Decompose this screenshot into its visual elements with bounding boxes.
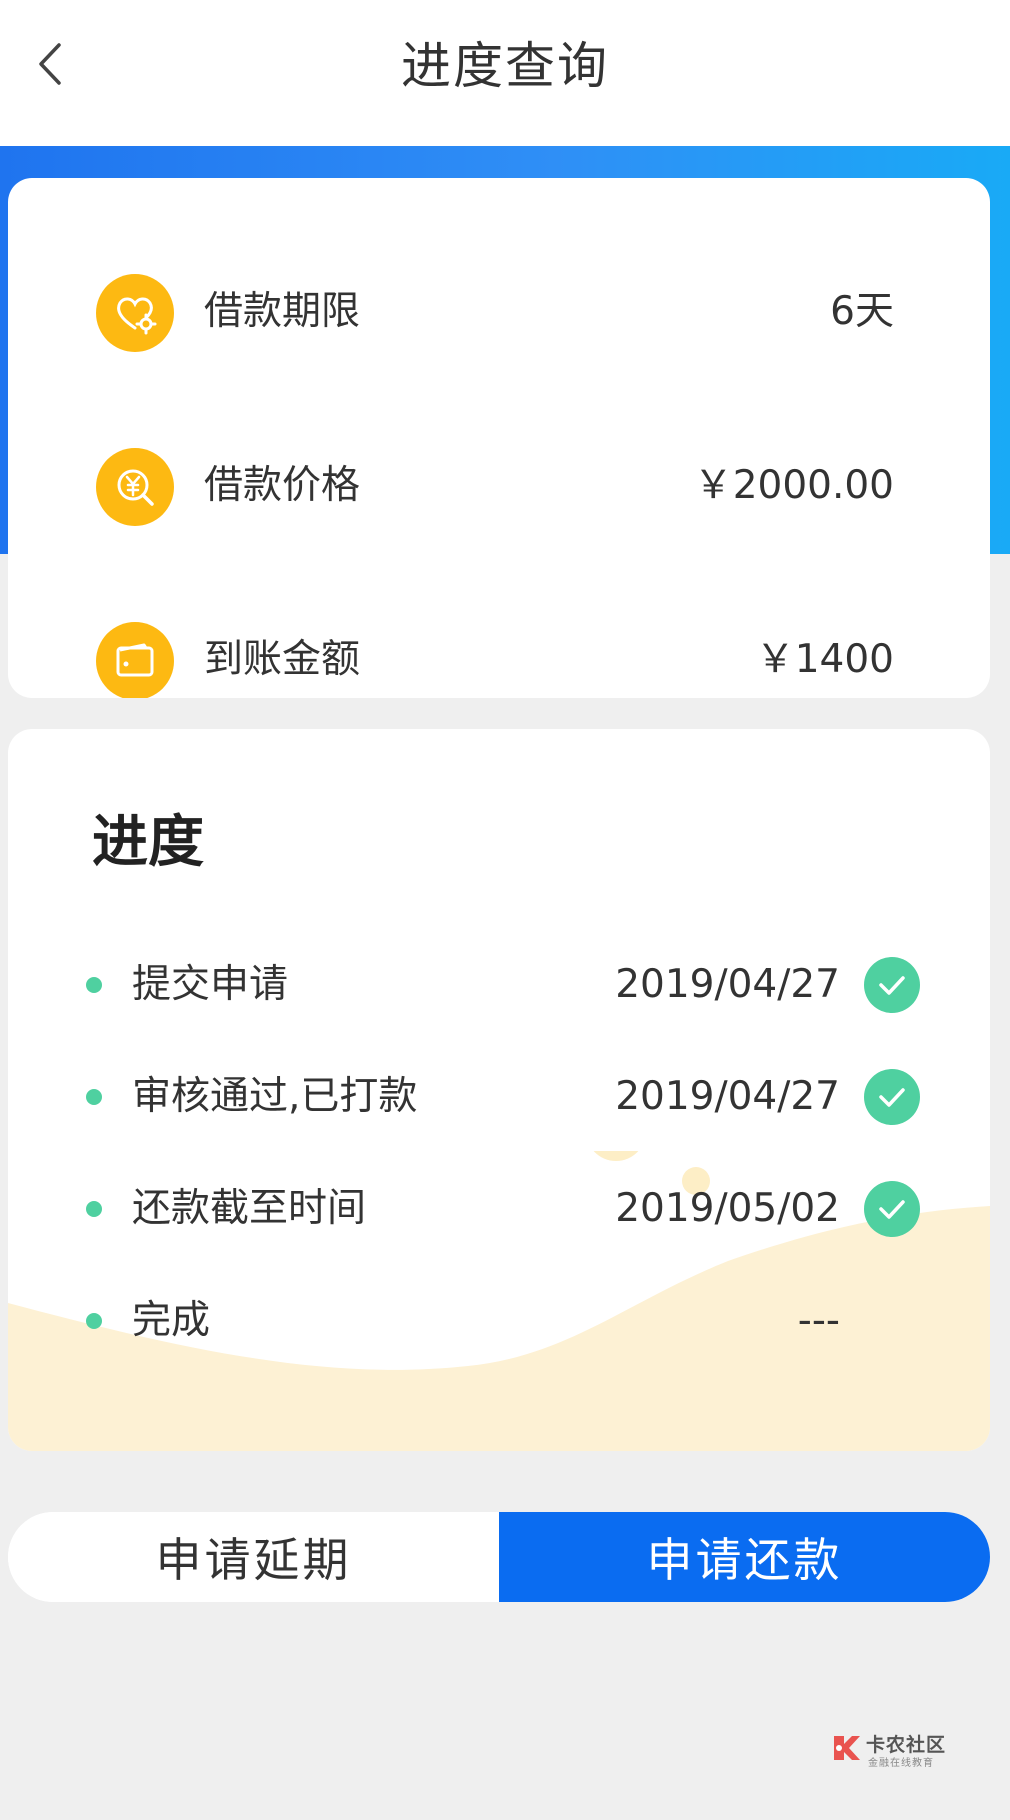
app-header: 进度查询 [0, 0, 1010, 146]
step-row: 还款截至时间 2019/05/02 [8, 1169, 990, 1249]
heart-gear-icon [96, 274, 174, 352]
apply-extension-button[interactable]: 申请延期 [8, 1512, 499, 1602]
kanong-logo-icon [834, 1736, 860, 1760]
step-date: --- [797, 1298, 840, 1343]
step-label: 审核通过,已打款 [132, 1074, 418, 1119]
wallet-icon [96, 622, 174, 698]
term-label: 借款期限 [204, 289, 361, 334]
step-dot [86, 1201, 102, 1217]
watermark-name: 卡农社区 [866, 1734, 947, 1756]
info-row-price: 借款价格 ￥2000.00 [8, 436, 990, 536]
check-icon [864, 957, 920, 1013]
step-date: 2019/05/02 [615, 1186, 840, 1231]
watermark: 卡农社区 金融在线教育 [830, 1730, 950, 1770]
step-label: 还款截至时间 [132, 1186, 367, 1231]
received-value: ￥1400 [755, 637, 894, 682]
action-buttons: 申请延期 申请还款 [8, 1512, 990, 1602]
step-dot [86, 1313, 102, 1329]
page-title: 进度查询 [401, 37, 609, 95]
step-label: 完成 [132, 1298, 211, 1343]
apply-repayment-button[interactable]: 申请还款 [499, 1512, 990, 1602]
step-dot [86, 1089, 102, 1105]
step-dot [86, 977, 102, 993]
price-value: ￥2000.00 [693, 463, 894, 508]
step-row: 提交申请 2019/04/27 [8, 945, 990, 1025]
check-icon [864, 1069, 920, 1125]
step-row: 审核通过,已打款 2019/04/27 [8, 1057, 990, 1137]
step-row: 完成 --- [8, 1281, 990, 1361]
progress-card: 进度 提交申请 2019/04/27 审核通过,已打款 2019/04/27 还… [8, 729, 990, 1451]
watermark-subtitle: 金融在线教育 [868, 1758, 934, 1769]
step-date: 2019/04/27 [615, 962, 840, 1007]
term-value: 6天 [830, 289, 894, 334]
price-label: 借款价格 [204, 463, 361, 508]
step-date: 2019/04/27 [615, 1074, 840, 1119]
info-row-received: 到账金额 ￥1400 [8, 610, 990, 698]
step-label: 提交申请 [132, 962, 289, 1007]
yuan-search-icon [96, 448, 174, 526]
check-icon [864, 1181, 920, 1237]
loan-info-card: 借款期限 6天 借款价格 ￥2000.00 到账金额 ￥1400 [8, 178, 990, 698]
received-label: 到账金额 [204, 637, 361, 682]
progress-title: 进度 [92, 810, 204, 875]
info-row-term: 借款期限 6天 [8, 262, 990, 362]
